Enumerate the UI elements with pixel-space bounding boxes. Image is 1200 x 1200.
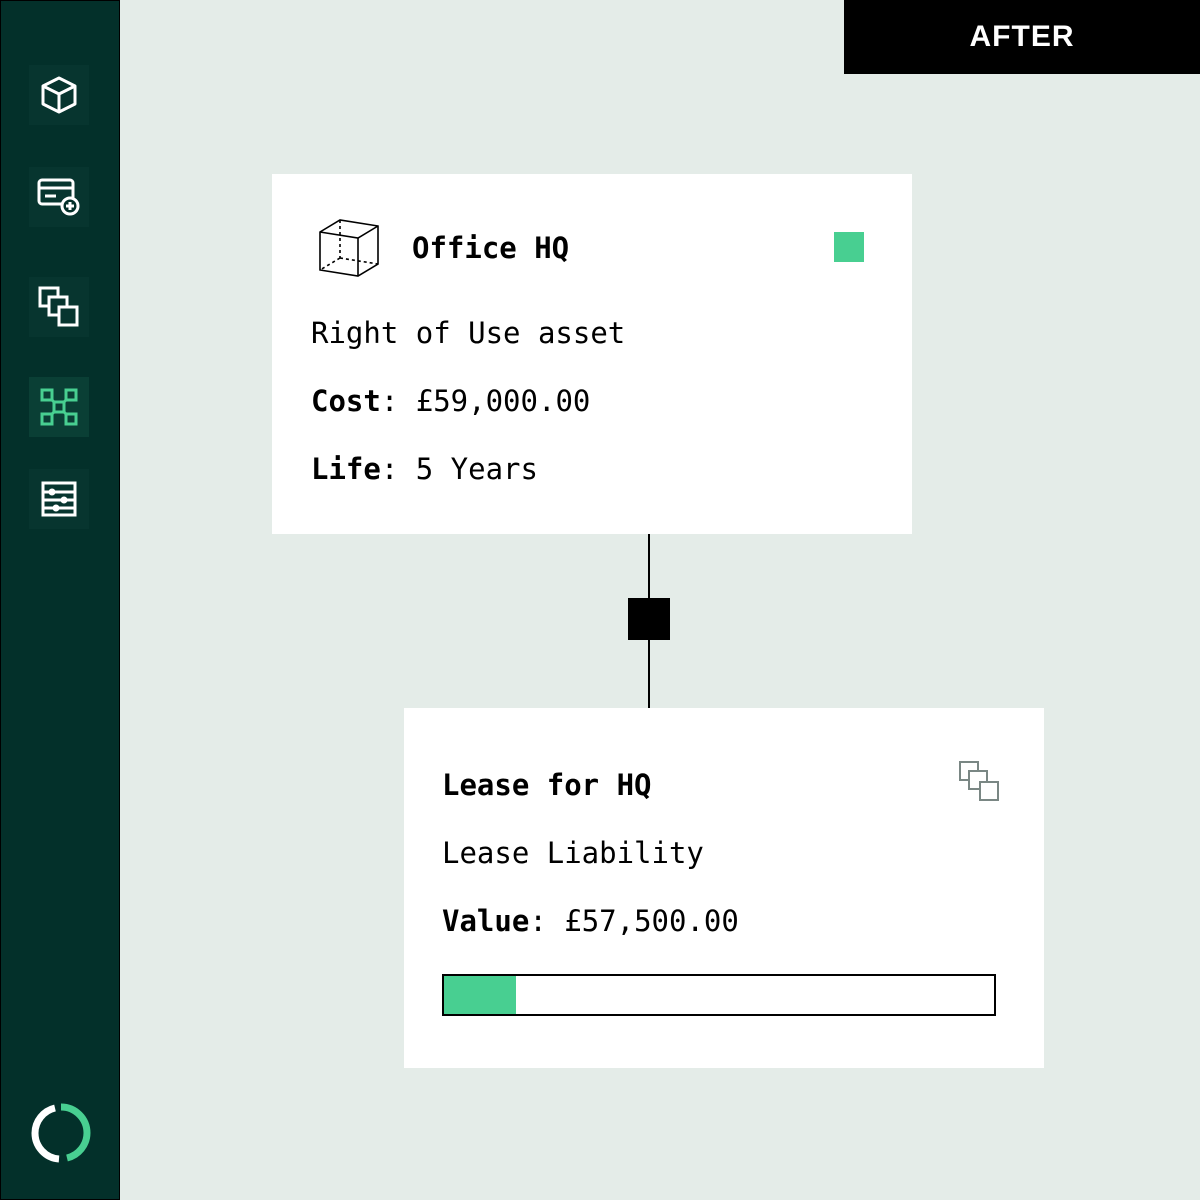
loading-ring-icon	[29, 1101, 93, 1165]
sidebar-item-ledger[interactable]	[29, 469, 89, 529]
cost-value: : £59,000.00	[380, 384, 591, 418]
sidebar-item-network[interactable]	[29, 377, 89, 437]
progress-fill	[444, 976, 516, 1014]
life-value: : 5 Years	[380, 452, 538, 486]
ledger-icon	[41, 481, 77, 517]
copy-icon	[38, 286, 79, 327]
lease-title: Lease for HQ	[442, 768, 652, 802]
asset-life: Life: 5 Years	[311, 449, 538, 489]
network-icon	[40, 388, 78, 426]
connector-line	[648, 534, 650, 598]
lease-subtitle: Lease Liability	[442, 836, 704, 870]
asset-cost: Cost: £59,000.00	[311, 381, 590, 421]
progress-bar	[442, 974, 996, 1016]
value-label: Value	[442, 904, 530, 938]
sidebar-item-payments[interactable]	[29, 167, 89, 227]
status-indicator	[834, 232, 864, 262]
connector-line	[648, 640, 650, 708]
card-add-icon	[37, 178, 80, 216]
connector-node[interactable]	[628, 598, 670, 640]
cube-icon	[316, 216, 380, 278]
asset-title: Office HQ	[412, 231, 570, 265]
sidebar	[0, 0, 120, 1200]
after-banner: AFTER	[844, 0, 1200, 74]
cube-icon	[41, 76, 77, 114]
asset-subtitle: Right of Use asset	[311, 316, 626, 350]
copy-icon[interactable]	[958, 760, 1002, 804]
cost-label: Cost	[311, 384, 381, 418]
life-label: Life	[311, 452, 381, 486]
value-amount: : £57,500.00	[529, 904, 739, 938]
sidebar-item-assets[interactable]	[29, 65, 89, 125]
lease-value: Value: £57,500.00	[442, 901, 739, 941]
sidebar-item-duplicates[interactable]	[29, 277, 89, 337]
